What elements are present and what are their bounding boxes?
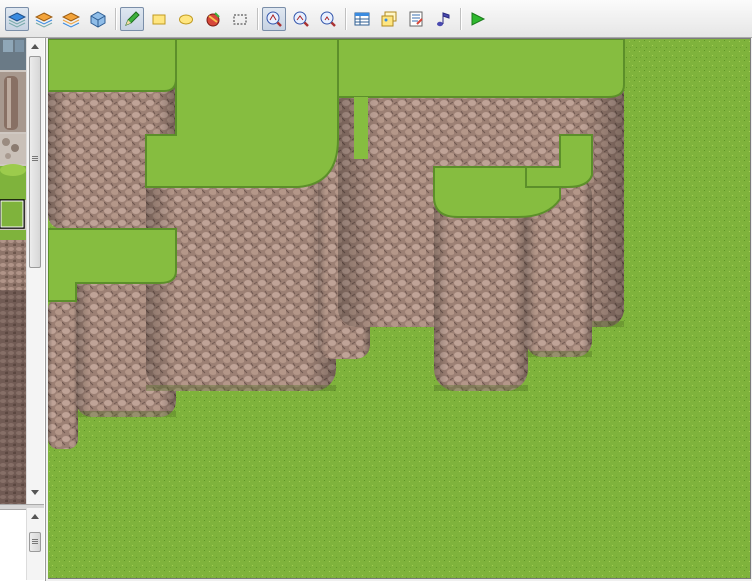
layer-1-button[interactable] bbox=[5, 7, 29, 31]
map-tree-scrollbar[interactable] bbox=[26, 508, 44, 580]
fill-icon bbox=[206, 12, 220, 27]
database-button[interactable] bbox=[350, 7, 374, 31]
zoom-1-4-icon bbox=[320, 11, 336, 27]
zoom-1-4-button[interactable] bbox=[316, 7, 340, 31]
zoom-1-2-icon bbox=[293, 11, 309, 27]
fill-button[interactable] bbox=[201, 7, 225, 31]
database-icon bbox=[354, 12, 370, 26]
toolbar-separator bbox=[460, 8, 462, 30]
toolbar-separator bbox=[115, 8, 117, 30]
scroll-up-arrow-icon[interactable] bbox=[31, 514, 39, 519]
scroll-up-arrow-icon[interactable] bbox=[31, 44, 39, 49]
rectangle-button[interactable] bbox=[147, 7, 171, 31]
zoom-1-1-icon bbox=[266, 11, 282, 27]
toolbar bbox=[0, 0, 752, 38]
pencil-button[interactable] bbox=[120, 7, 144, 31]
ellipse-icon bbox=[179, 14, 193, 25]
map-canvas[interactable] bbox=[48, 38, 751, 579]
toolbar-separator bbox=[345, 8, 347, 30]
materials-icon bbox=[381, 11, 397, 27]
layer-2-icon bbox=[35, 12, 53, 28]
ellipse-button[interactable] bbox=[174, 7, 198, 31]
layer-3-button[interactable] bbox=[59, 7, 83, 31]
select-icon bbox=[233, 14, 247, 25]
zoom-1-1-button[interactable] bbox=[262, 7, 286, 31]
rectangle-icon bbox=[152, 14, 166, 25]
select-button[interactable] bbox=[228, 7, 252, 31]
materials-button[interactable] bbox=[377, 7, 401, 31]
sound-test-button[interactable] bbox=[431, 7, 455, 31]
tileset-panel bbox=[0, 38, 46, 581]
toolbar-separator bbox=[257, 8, 259, 30]
tileset-scroll-thumb[interactable] bbox=[29, 56, 41, 268]
tileset-image bbox=[0, 38, 26, 504]
playtest-button[interactable] bbox=[465, 7, 489, 31]
sound-test-icon bbox=[437, 12, 450, 27]
event-layer-icon bbox=[90, 11, 106, 28]
layer-3-icon bbox=[62, 12, 80, 28]
zoom-1-2-button[interactable] bbox=[289, 7, 313, 31]
layer-1-icon bbox=[8, 12, 26, 28]
scroll-down-arrow-icon[interactable] bbox=[31, 490, 39, 495]
tileset-scrollbar[interactable] bbox=[26, 38, 44, 504]
grip-icon bbox=[32, 156, 38, 157]
script-editor-button[interactable] bbox=[404, 7, 428, 31]
playtest-icon bbox=[471, 12, 486, 26]
tileset-palette[interactable] bbox=[0, 38, 26, 504]
map-tree-scroll-thumb[interactable] bbox=[29, 532, 41, 552]
script-editor-icon bbox=[409, 11, 423, 27]
pencil-icon bbox=[125, 11, 140, 26]
layer-2-button[interactable] bbox=[32, 7, 56, 31]
event-layer-button[interactable] bbox=[86, 7, 110, 31]
map-scene bbox=[48, 39, 750, 578]
grip-icon bbox=[32, 539, 38, 540]
